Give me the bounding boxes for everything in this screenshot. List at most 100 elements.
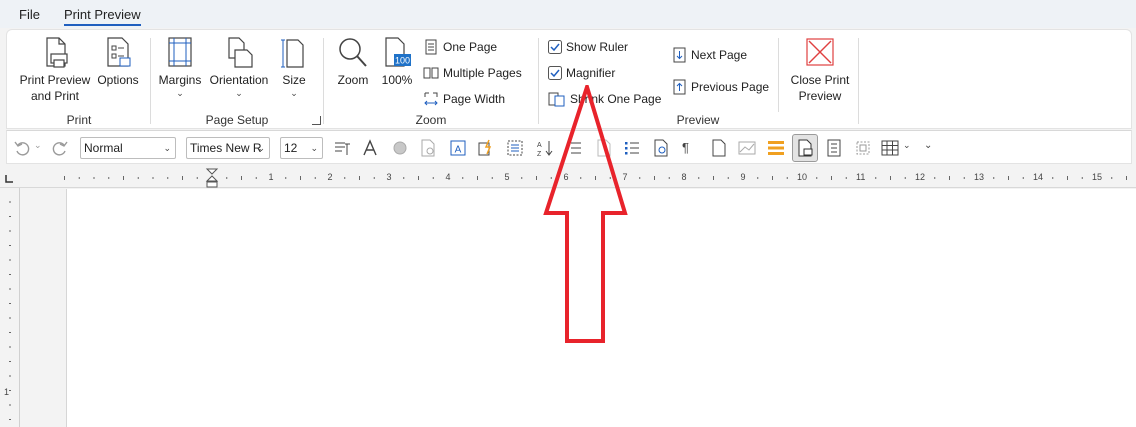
page-width-button[interactable]: Page Width [423,89,505,109]
zoom-100-icon-text: 100 [395,56,410,66]
shrink-one-page-button[interactable]: Shrink One Page [548,89,661,109]
close-print-preview-button[interactable]: Close Print Preview [785,36,855,104]
tab-file[interactable]: File [19,7,40,22]
chevron-down-icon: ⌄ [257,143,265,153]
ruler-number: 8 [681,172,687,182]
quick-parts-icon[interactable] [477,139,495,157]
document-page[interactable] [66,189,1136,427]
document-icon[interactable] [595,139,613,157]
ruler-number: 10 [797,172,808,182]
formatting-toolbar: ⌄ Normal ⌄ Times New R ⌄ 12 ⌄ A A Z ¶ ⌄ … [6,130,1132,164]
ruler-number: 3 [386,172,392,182]
ruler-number: 6 [563,172,569,182]
frame-icon[interactable] [854,139,872,157]
separator [778,38,779,112]
ruler-number: 15 [1092,172,1103,182]
redo-icon[interactable] [51,139,69,157]
page-view-icon[interactable] [825,139,843,157]
chevron-down-icon: ⌄ [290,88,298,98]
separator [150,38,151,124]
previous-page-button[interactable]: Previous Page [673,77,769,97]
indent-marker-icon[interactable] [205,168,219,188]
chevron-down-icon: ⌄ [176,88,184,98]
document-area [21,189,1136,427]
font-icon[interactable] [361,139,379,157]
page-width-label: Page Width [443,92,506,106]
shading-icon[interactable] [391,139,409,157]
undo-icon[interactable] [13,139,31,157]
select-all-icon[interactable] [506,139,524,157]
show-formatting-marks-icon[interactable]: ¶ [682,139,700,157]
style-select-value: Normal [84,141,123,155]
new-page-icon[interactable] [710,139,728,157]
close-print-preview-label-1: Close Print [790,73,850,87]
style-select[interactable]: Normal ⌄ [80,137,176,159]
ruler-number: 12 [915,172,926,182]
margins-button[interactable]: Margins ⌄ [155,36,205,98]
table-icon[interactable] [881,139,899,157]
toolbar-overflow-icon[interactable]: ⌄ [924,140,932,151]
vertical-ruler-ticks [9,201,11,420]
close-icon [806,38,834,66]
ruler-number: 5 [504,172,510,182]
ribbon: Print Preview and Print Options Print Ma… [6,29,1132,129]
horizontal-ruler[interactable]: 1 2 3 4 5 6 7 8 9 10 11 12 13 14 15 [0,168,1136,188]
print-preview-label-1: Print Preview [19,73,91,87]
find-in-document-icon[interactable] [652,139,670,157]
multiple-pages-button[interactable]: Multiple Pages [423,63,522,83]
previous-page-label: Previous Page [691,80,770,94]
ruler-number: 13 [974,172,985,182]
numbering-icon[interactable] [565,139,583,157]
print-preview-and-print-button[interactable]: Print Preview and Print [15,36,95,104]
size-icon [281,39,304,68]
options-button[interactable]: Options [93,36,143,88]
font-select-value: Times New R [190,141,262,155]
show-ruler-label: Show Ruler [566,40,629,54]
tab-stop-selector-icon[interactable] [4,174,14,184]
size-label: Size [282,73,306,87]
options-icon [107,37,131,67]
size-button[interactable]: Size ⌄ [277,36,311,98]
font-size-select[interactable]: 12 ⌄ [280,137,323,159]
next-page-label: Next Page [691,48,748,62]
tab-print-preview[interactable]: Print Preview [64,7,141,26]
shrink-one-page-icon [548,92,565,107]
insert-picture-icon[interactable] [419,139,437,157]
page-setup-launcher-icon[interactable] [312,116,321,125]
paragraph-format-icon[interactable] [333,139,351,157]
multiple-pages-icon [423,67,439,79]
one-page-button[interactable]: One Page [423,37,497,57]
next-page-icon [673,47,686,63]
print-layout-button[interactable] [792,134,818,162]
font-select[interactable]: Times New R ⌄ [186,137,270,159]
options-label: Options [97,73,139,87]
next-page-button[interactable]: Next Page [673,45,747,65]
one-page-label: One Page [443,40,498,54]
sort-icon[interactable]: A Z [536,139,554,157]
show-ruler-checkbox[interactable]: Show Ruler [548,37,628,57]
bullets-icon[interactable] [623,139,641,157]
one-page-icon [425,39,437,55]
print-preview-icon [46,37,68,68]
image-icon[interactable] [738,139,756,157]
zoom-100-icon: 100 [385,37,411,67]
magnifier-label: Magnifier [566,66,616,80]
vertical-ruler[interactable]: 1 [0,188,20,427]
chevron-down-icon[interactable]: ⌄ [903,140,911,151]
text-box-icon[interactable]: A [449,139,467,157]
highlight-lines-icon[interactable] [767,139,785,157]
magnifier-checkbox[interactable]: Magnifier [548,63,615,83]
chevron-down-icon[interactable]: ⌄ [34,140,42,151]
close-print-preview-label-2: Preview [798,89,842,103]
print-preview-label-2: and Print [30,89,80,103]
zoom-100-button[interactable]: 100 100% [379,36,415,88]
zoom-button[interactable]: Zoom [333,36,373,88]
vertical-ruler-number: 1 [4,387,10,397]
orientation-button[interactable]: Orientation ⌄ [207,36,271,98]
tab-bar: File Print Preview [0,0,1136,28]
checkbox-checked-icon [548,66,562,80]
margins-icon [168,37,192,67]
page-setup-group-label: Page Setup [205,113,269,127]
ruler-number: 11 [856,172,866,182]
ruler-number: 4 [445,172,451,182]
